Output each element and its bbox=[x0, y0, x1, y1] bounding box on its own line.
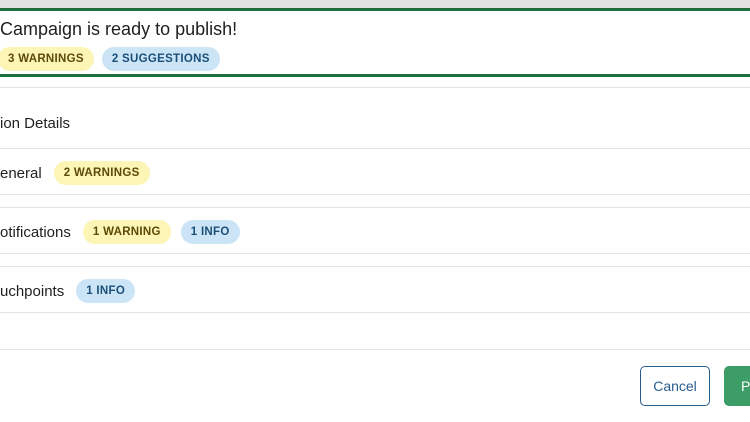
publish-button[interactable]: Pu bbox=[724, 366, 750, 406]
row-label: otifications bbox=[0, 223, 71, 241]
divider bbox=[0, 312, 750, 313]
divider bbox=[0, 194, 750, 195]
divider bbox=[0, 148, 750, 149]
divider bbox=[0, 253, 750, 254]
banner-title: Campaign is ready to publish! bbox=[0, 19, 238, 39]
footer-actions: Cancel Pu bbox=[640, 366, 750, 406]
detail-row-general[interactable]: eneral 2 WARNINGS bbox=[0, 161, 750, 185]
divider bbox=[0, 349, 750, 350]
publish-review-page: Campaign is ready to publish! 3 WARNINGS… bbox=[0, 0, 750, 422]
suggestions-badge[interactable]: 2 SUGGESTIONS bbox=[101, 47, 220, 71]
info-badge: 1 INFO bbox=[76, 279, 136, 303]
section-heading: ion Details bbox=[0, 115, 71, 132]
cancel-button[interactable]: Cancel bbox=[640, 366, 710, 406]
top-strip bbox=[0, 0, 750, 8]
banner-badges: 3 WARNINGS 2 SUGGESTIONS bbox=[0, 47, 220, 71]
detail-row-notifications[interactable]: otifications 1 WARNING 1 INFO bbox=[0, 220, 750, 244]
warning-badge: 1 WARNING bbox=[82, 220, 171, 244]
ready-to-publish-banner: Campaign is ready to publish! 3 WARNINGS… bbox=[0, 8, 750, 77]
info-badge: 1 INFO bbox=[180, 220, 240, 244]
warnings-badge[interactable]: 3 WARNINGS bbox=[0, 47, 94, 71]
row-label: uchpoints bbox=[0, 282, 65, 300]
divider bbox=[0, 266, 750, 267]
row-label: eneral bbox=[0, 164, 42, 182]
divider bbox=[0, 87, 750, 88]
divider bbox=[0, 207, 750, 208]
detail-row-touchpoints[interactable]: uchpoints 1 INFO bbox=[0, 279, 750, 303]
warning-badge: 2 WARNINGS bbox=[53, 161, 150, 185]
